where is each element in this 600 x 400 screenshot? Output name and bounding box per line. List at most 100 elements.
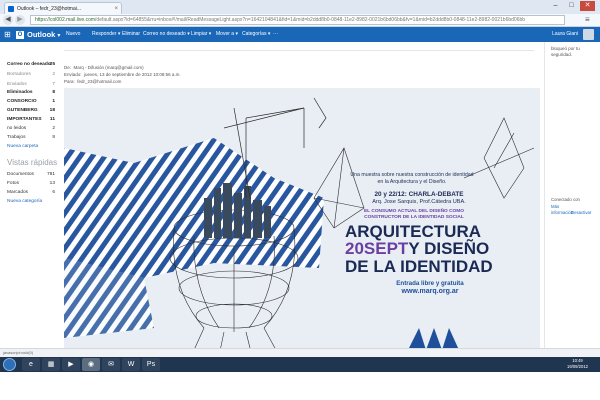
quick-view-item[interactable]: Marcados 6 xyxy=(7,190,55,195)
sweep-button[interactable]: Limpiar ▾ xyxy=(191,28,211,41)
folder-count: 2 xyxy=(52,72,55,77)
browser-menu-icon[interactable]: ≡ xyxy=(585,16,594,24)
folder-label: Correo no deseado xyxy=(7,62,51,67)
new-folder-link[interactable]: Nueva carpeta xyxy=(7,144,55,149)
quick-views-heading: Vistas rápidas xyxy=(7,158,58,167)
folder-count: 11 xyxy=(49,117,55,122)
disable-link[interactable]: Desactivar xyxy=(571,210,591,215)
more-actions-button[interactable]: ··· xyxy=(273,28,278,41)
folder-sidebar: Correo no deseado 25 Borradores 2 Enviados… xyxy=(0,42,58,348)
maximize-button[interactable]: □ xyxy=(564,1,579,11)
taskbar-explorer-icon[interactable]: ▦ xyxy=(42,358,60,371)
folder-count: 7 xyxy=(52,82,55,87)
categories-button[interactable]: Categorías ▾ xyxy=(242,28,270,41)
folder-label: Trabajos xyxy=(7,135,26,140)
folder-count: 18 xyxy=(49,108,55,113)
folder-count: 25 xyxy=(49,62,55,67)
folder-count: 8 xyxy=(52,90,55,95)
message-pane: De: Marq - Difusión (marq@gmail.com) Env… xyxy=(58,42,544,378)
start-button[interactable] xyxy=(3,358,16,371)
folder-item[interactable]: Borradores 2 xyxy=(7,72,55,77)
quick-view-count: 13 xyxy=(49,181,55,186)
poster-title-line-1: ARQUITECTURA xyxy=(345,222,481,241)
taskbar-photoshop-icon[interactable]: Ps xyxy=(142,358,160,371)
folder-label: Enviados xyxy=(7,82,27,87)
poster-title-date: 20SEPT xyxy=(345,239,409,258)
poster-title-line-2: 20SEPTY DISEÑO xyxy=(345,240,505,257)
quick-view-item[interactable]: Documentos 781 xyxy=(7,172,55,177)
to-value: fedr_23@hotmail.com xyxy=(77,79,122,84)
clock-date: 19/09/2012 xyxy=(567,364,588,369)
browser-tab-bar: Outlook – fedr_23@hotmai... × – □ ✕ xyxy=(0,0,600,15)
delete-button[interactable]: Eliminar xyxy=(122,28,140,41)
security-note: bloqueó por tu seguridad. xyxy=(551,46,580,57)
folder-item[interactable]: IMPORTANTES 11 xyxy=(7,117,55,122)
folder-item[interactable]: Correo no deseado 25 xyxy=(7,62,55,67)
message-from: De: Marq - Difusión (marq@gmail.com) xyxy=(64,65,144,70)
folder-count: 1 xyxy=(52,99,55,104)
close-window-button[interactable]: ✕ xyxy=(580,1,595,11)
taskbar-media-icon[interactable]: ▶ xyxy=(62,358,80,371)
window-controls: – □ ✕ xyxy=(548,1,598,11)
outlook-logo-text: Outlook xyxy=(27,30,56,39)
browser-tab[interactable]: Outlook – fedr_23@hotmai... × xyxy=(4,2,122,14)
sent-label: Enviado: xyxy=(64,72,82,77)
quick-view-label: Fotos xyxy=(7,181,19,186)
poster-date-line: 20 y 22/12: CHARLA-DEBATE xyxy=(374,191,464,198)
new-button[interactable]: Nuevo xyxy=(66,28,80,41)
browser-status-bar: javascript:void(0) xyxy=(0,348,600,357)
chevron-down-icon: ▾ xyxy=(57,33,61,39)
folder-item[interactable]: no leidos 2 xyxy=(7,126,55,131)
taskbar-chrome-icon[interactable]: ◉ xyxy=(82,358,100,371)
quick-view-label: Marcados xyxy=(7,190,29,195)
back-button[interactable]: ◀ xyxy=(3,15,13,25)
windows-taskbar: e ▦ ▶ ◉ ✉ W Ps 10:49 19/09/2012 xyxy=(0,357,600,372)
message-to: Para: fedr_23@hotmail.com xyxy=(64,79,121,84)
forward-button[interactable]: ▶ xyxy=(15,15,25,25)
folder-label: Borradores xyxy=(7,72,31,77)
quick-view-label: Documentos xyxy=(7,172,34,177)
user-name[interactable]: Laura Giani xyxy=(552,28,578,41)
poster-title-rest: Y DISEÑO xyxy=(408,239,490,258)
url-input[interactable]: https://col002.mail.live.com/default.asp… xyxy=(30,15,565,25)
outlook-command-bar: ⊞ O Outlook ▾ Nuevo Responder ▾ Eliminar C… xyxy=(0,27,600,42)
poster-website[interactable]: www.marq.org.ar xyxy=(375,288,485,295)
folder-label: no leidos xyxy=(7,126,27,131)
reply-button[interactable]: Responder ▾ xyxy=(92,28,120,41)
folder-item[interactable]: CONSORCIO 1 xyxy=(7,99,55,104)
avatar[interactable] xyxy=(583,29,594,40)
folder-item[interactable]: Trabajos 8 xyxy=(7,135,55,140)
poster-title-line-3: DE LA IDENTIDAD xyxy=(345,257,493,276)
folder-item[interactable]: Enviados 7 xyxy=(7,82,55,87)
folder-item[interactable]: Eliminados 8 xyxy=(7,90,55,95)
folder-label: Eliminados xyxy=(7,90,33,95)
taskbar-word-icon[interactable]: W xyxy=(122,358,140,371)
taskbar-ie-icon[interactable]: e xyxy=(22,358,40,371)
from-value[interactable]: Marq - Difusión (marq@gmail.com) xyxy=(74,65,144,70)
url-host: https://col002.mail.live.com xyxy=(35,17,96,23)
quick-view-item[interactable]: Fotos 13 xyxy=(7,181,55,186)
outlook-logo-icon: O xyxy=(16,31,24,40)
outlook-favicon-icon xyxy=(8,6,14,12)
poster-entry: Entrada libre y gratuita xyxy=(396,280,464,287)
move-to-button[interactable]: Mover a ▾ xyxy=(216,28,238,41)
poster-theme-2: CONSTRUCTOR DE LA IDENTIDAD SOCIAL xyxy=(364,215,464,220)
new-category-link[interactable]: Nueva categoría xyxy=(7,199,55,204)
outlook-logo[interactable]: O Outlook ▾ xyxy=(16,28,60,41)
taskbar-clock[interactable]: 10:49 19/09/2012 xyxy=(567,358,588,370)
poster-intro: Una muestra sobre nuestra construcción d… xyxy=(350,172,474,185)
minimize-button[interactable]: – xyxy=(548,1,563,11)
folder-label: Nueva carpeta xyxy=(7,144,39,149)
folder-item[interactable]: GUTENBERG 18 xyxy=(7,108,55,113)
folder-label: IMPORTANTES xyxy=(7,117,42,122)
taskbar-mail-icon[interactable]: ✉ xyxy=(102,358,120,371)
connected-with-label: Conectado con xyxy=(551,197,580,202)
info-link[interactable]: información xyxy=(551,210,573,215)
url-path: /default.aspx?id=64855&rru=inbox#!/mail/… xyxy=(95,17,526,23)
junk-button[interactable]: Correo no deseado ▾ xyxy=(143,28,190,41)
quick-view-label: Nueva categoría xyxy=(7,199,43,204)
quick-view-count: 6 xyxy=(52,190,55,195)
folder-label: GUTENBERG xyxy=(7,108,38,113)
more-info-link[interactable]: Más xyxy=(551,204,559,209)
app-launcher-icon[interactable]: ⊞ xyxy=(2,29,13,40)
